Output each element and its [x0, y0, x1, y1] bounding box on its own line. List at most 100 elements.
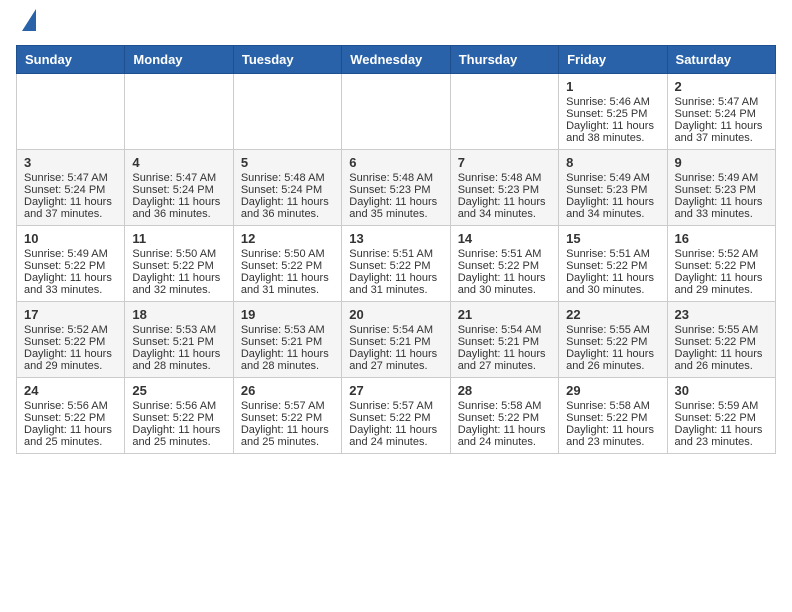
sunset-text: Sunset: 5:22 PM — [675, 412, 768, 424]
day-number: 27 — [349, 383, 442, 398]
calendar-day-cell: 22Sunrise: 5:55 AMSunset: 5:22 PMDayligh… — [559, 301, 667, 377]
sunrise-text: Sunrise: 5:58 AM — [458, 400, 551, 412]
day-number: 5 — [241, 155, 334, 170]
day-number: 17 — [24, 307, 117, 322]
day-number: 11 — [132, 231, 225, 246]
calendar-day-cell: 20Sunrise: 5:54 AMSunset: 5:21 PMDayligh… — [342, 301, 450, 377]
calendar-week-row: 10Sunrise: 5:49 AMSunset: 5:22 PMDayligh… — [17, 225, 776, 301]
sunrise-text: Sunrise: 5:51 AM — [349, 248, 442, 260]
calendar-week-row: 1Sunrise: 5:46 AMSunset: 5:25 PMDaylight… — [17, 73, 776, 149]
sunrise-text: Sunrise: 5:49 AM — [24, 248, 117, 260]
sunset-text: Sunset: 5:22 PM — [458, 260, 551, 272]
day-number: 21 — [458, 307, 551, 322]
sunset-text: Sunset: 5:24 PM — [24, 184, 117, 196]
sunset-text: Sunset: 5:21 PM — [458, 336, 551, 348]
calendar-day-cell: 13Sunrise: 5:51 AMSunset: 5:22 PMDayligh… — [342, 225, 450, 301]
daylight-text: Daylight: 11 hours and 36 minutes. — [132, 196, 225, 220]
sunset-text: Sunset: 5:22 PM — [458, 412, 551, 424]
daylight-text: Daylight: 11 hours and 37 minutes. — [24, 196, 117, 220]
sunrise-text: Sunrise: 5:58 AM — [566, 400, 659, 412]
sunset-text: Sunset: 5:22 PM — [241, 260, 334, 272]
sunrise-text: Sunrise: 5:55 AM — [566, 324, 659, 336]
sunset-text: Sunset: 5:22 PM — [349, 412, 442, 424]
sunset-text: Sunset: 5:23 PM — [458, 184, 551, 196]
calendar-day-cell: 21 Sunrise: 5:54 AMSunset: 5:21 PMDayligh… — [450, 301, 558, 377]
daylight-text: Daylight: 11 hours and 31 minutes. — [241, 272, 334, 296]
daylight-text: Daylight: 11 hours and 26 minutes. — [566, 348, 659, 372]
sunset-text: Sunset: 5:22 PM — [566, 412, 659, 424]
daylight-text: Daylight: 11 hours and 27 minutes. — [458, 348, 551, 372]
day-number: 19 — [241, 307, 334, 322]
day-number: 14 — [458, 231, 551, 246]
sunrise-text: Sunrise: 5:56 AM — [24, 400, 117, 412]
calendar-day-cell — [233, 73, 341, 149]
sunset-text: Sunset: 5:24 PM — [132, 184, 225, 196]
day-number: 20 — [349, 307, 442, 322]
calendar-table: SundayMondayTuesdayWednesdayThursdayFrid… — [16, 45, 776, 454]
calendar-day-cell: 3Sunrise: 5:47 AMSunset: 5:24 PMDaylight… — [17, 149, 125, 225]
sunrise-text: Sunrise: 5:59 AM — [675, 400, 768, 412]
calendar-day-cell: 4Sunrise: 5:47 AMSunset: 5:24 PMDaylight… — [125, 149, 233, 225]
daylight-text: Daylight: 11 hours and 25 minutes. — [24, 424, 117, 448]
day-number: 12 — [241, 231, 334, 246]
day-number: 30 — [675, 383, 768, 398]
daylight-text: Daylight: 11 hours and 36 minutes. — [241, 196, 334, 220]
sunrise-text: Sunrise: 5:56 AM — [132, 400, 225, 412]
sunset-text: Sunset: 5:22 PM — [349, 260, 442, 272]
calendar-week-row: 3Sunrise: 5:47 AMSunset: 5:24 PMDaylight… — [17, 149, 776, 225]
daylight-text: Daylight: 11 hours and 26 minutes. — [675, 348, 768, 372]
day-number: 26 — [241, 383, 334, 398]
sunrise-text: Sunrise: 5:50 AM — [132, 248, 225, 260]
calendar-day-cell — [342, 73, 450, 149]
calendar-day-cell: 18Sunrise: 5:53 AMSunset: 5:21 PMDayligh… — [125, 301, 233, 377]
calendar-day-cell: 24 Sunrise: 5:56 AMSunset: 5:22 PMDayligh… — [17, 377, 125, 453]
calendar-day-cell: 2Sunrise: 5:47 AMSunset: 5:24 PMDaylight… — [667, 73, 775, 149]
sunset-text: Sunset: 5:23 PM — [566, 184, 659, 196]
sunset-text: Sunset: 5:21 PM — [241, 336, 334, 348]
daylight-text: Daylight: 11 hours and 30 minutes. — [566, 272, 659, 296]
calendar-day-cell: 15Sunrise: 5:51 AMSunset: 5:22 PMDayligh… — [559, 225, 667, 301]
day-number: 29 — [566, 383, 659, 398]
sunset-text: Sunset: 5:22 PM — [24, 336, 117, 348]
calendar-day-cell: 11Sunrise: 5:50 AMSunset: 5:22 PMDayligh… — [125, 225, 233, 301]
day-number: 18 — [132, 307, 225, 322]
daylight-text: Daylight: 11 hours and 25 minutes. — [241, 424, 334, 448]
sunrise-text: Sunrise: 5:57 AM — [241, 400, 334, 412]
day-number: 3 — [24, 155, 117, 170]
calendar-day-cell — [17, 73, 125, 149]
sunset-text: Sunset: 5:22 PM — [24, 412, 117, 424]
sunrise-text: Sunrise: 5:52 AM — [675, 248, 768, 260]
daylight-text: Daylight: 11 hours and 34 minutes. — [566, 196, 659, 220]
calendar-day-cell: 17Sunrise: 5:52 AMSunset: 5:22 PMDayligh… — [17, 301, 125, 377]
day-number: 25 — [132, 383, 225, 398]
sunrise-text: Sunrise: 5:47 AM — [132, 172, 225, 184]
sunrise-text: Sunrise: 5:53 AM — [241, 324, 334, 336]
sunset-text: Sunset: 5:25 PM — [566, 108, 659, 120]
daylight-text: Daylight: 11 hours and 37 minutes. — [675, 120, 768, 144]
calendar-day-cell — [125, 73, 233, 149]
sunrise-text: Sunrise: 5:51 AM — [458, 248, 551, 260]
sunset-text: Sunset: 5:23 PM — [675, 184, 768, 196]
calendar-day-cell: 12Sunrise: 5:50 AMSunset: 5:22 PMDayligh… — [233, 225, 341, 301]
day-number: 9 — [675, 155, 768, 170]
daylight-text: Daylight: 11 hours and 31 minutes. — [349, 272, 442, 296]
sunrise-text: Sunrise: 5:48 AM — [241, 172, 334, 184]
day-number: 24 — [24, 383, 117, 398]
sunrise-text: Sunrise: 5:55 AM — [675, 324, 768, 336]
calendar-header-row: SundayMondayTuesdayWednesdayThursdayFrid… — [17, 45, 776, 73]
calendar-week-row: 17Sunrise: 5:52 AMSunset: 5:22 PMDayligh… — [17, 301, 776, 377]
calendar-day-cell: 29Sunrise: 5:58 AMSunset: 5:22 PMDayligh… — [559, 377, 667, 453]
sunrise-text: Sunrise: 5:57 AM — [349, 400, 442, 412]
calendar-day-cell: 6Sunrise: 5:48 AMSunset: 5:23 PMDaylight… — [342, 149, 450, 225]
sunrise-text: Sunrise: 5:48 AM — [349, 172, 442, 184]
weekday-header: Saturday — [667, 45, 775, 73]
daylight-text: Daylight: 11 hours and 33 minutes. — [24, 272, 117, 296]
sunset-text: Sunset: 5:21 PM — [132, 336, 225, 348]
daylight-text: Daylight: 11 hours and 28 minutes. — [132, 348, 225, 372]
daylight-text: Daylight: 11 hours and 33 minutes. — [675, 196, 768, 220]
sunset-text: Sunset: 5:22 PM — [566, 336, 659, 348]
calendar-day-cell: 27Sunrise: 5:57 AMSunset: 5:22 PMDayligh… — [342, 377, 450, 453]
daylight-text: Daylight: 11 hours and 27 minutes. — [349, 348, 442, 372]
calendar-day-cell: 7Sunrise: 5:48 AMSunset: 5:23 PMDaylight… — [450, 149, 558, 225]
sunrise-text: Sunrise: 5:54 AM — [458, 324, 551, 336]
